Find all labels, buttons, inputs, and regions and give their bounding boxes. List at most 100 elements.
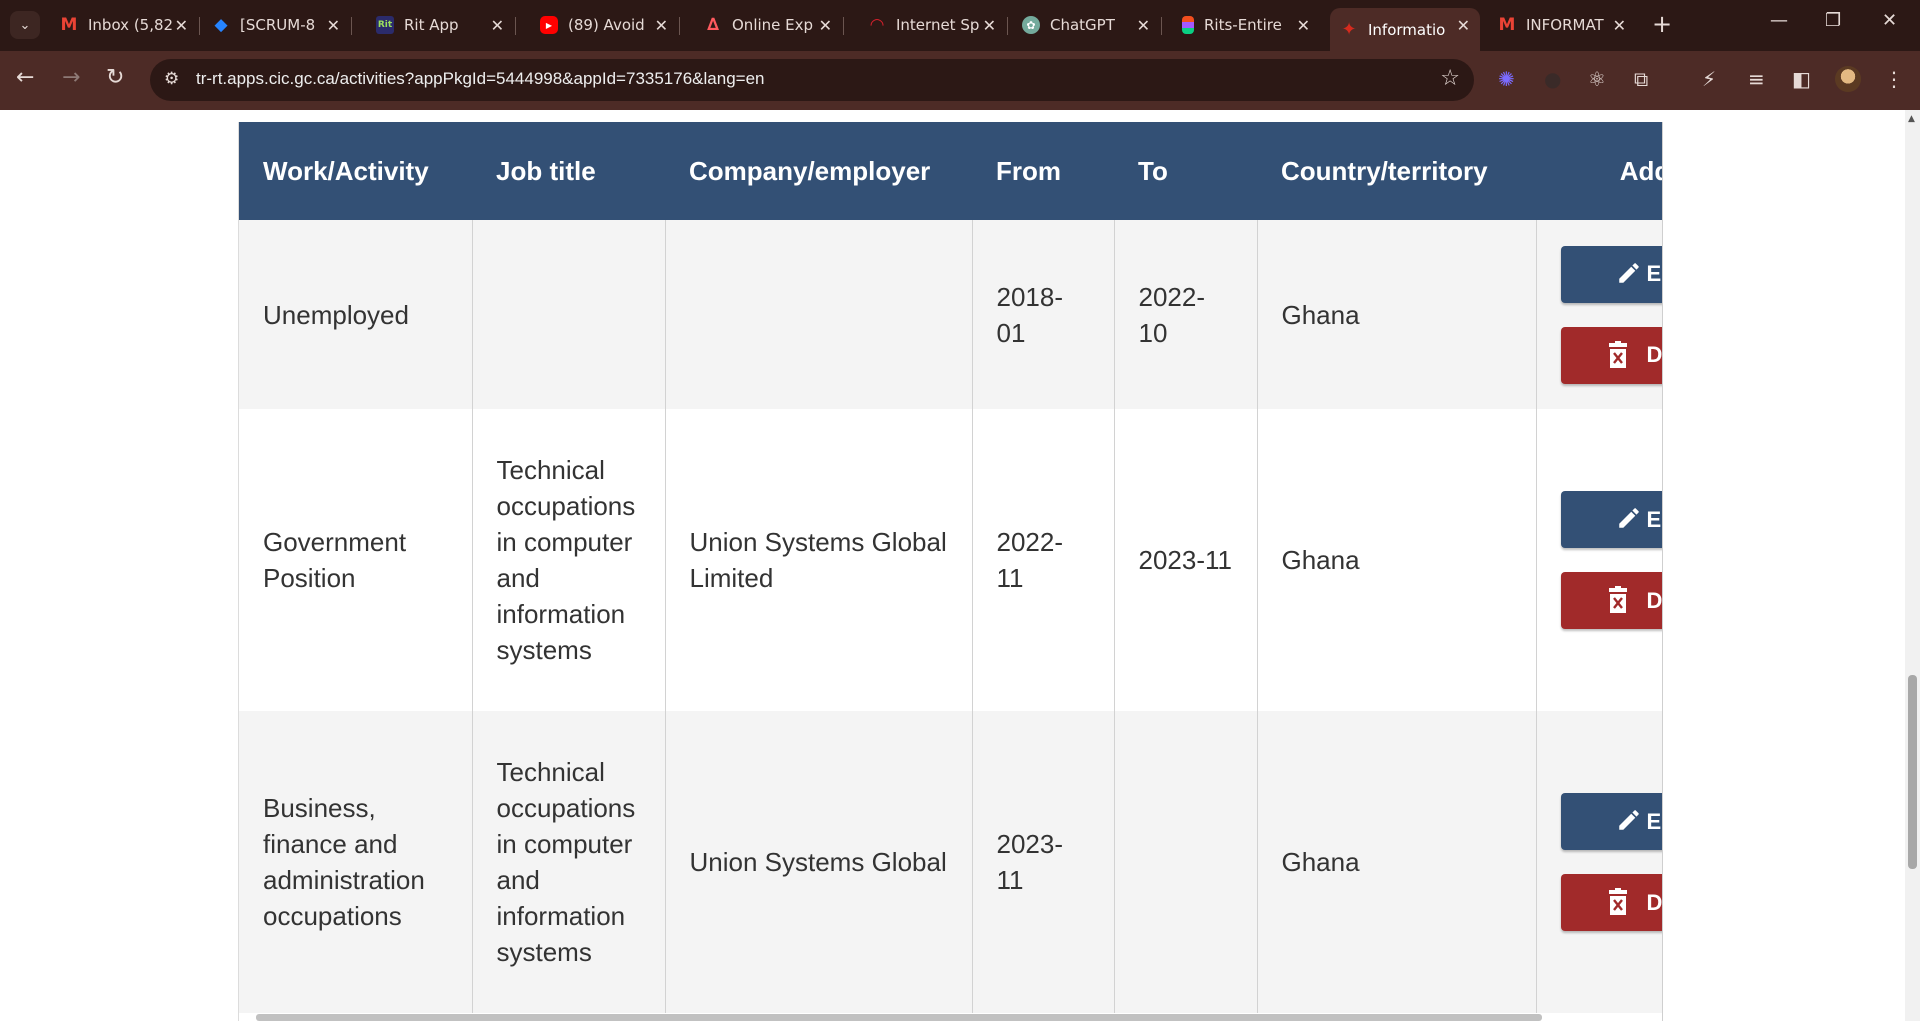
header-add-modify-files: Add or modify files [1536,122,1662,220]
maple-leaf-icon: ✦ [1341,19,1357,40]
tab-youtube[interactable]: ▶ (89) Avoid ✕ [530,8,680,42]
bookmark-star-icon[interactable]: ☆ [1440,66,1460,91]
close-icon[interactable]: ✕ [1457,16,1470,35]
pencil-icon [1616,807,1642,844]
speedtest-icon: ◠ [870,15,884,35]
cell-actions: Edit Delete [1536,409,1663,711]
side-panel-icon[interactable]: ◧ [1792,67,1811,91]
tab-scrum[interactable]: ◆ [SCRUM-8 ✕ [202,8,352,42]
tab-figma[interactable]: Rits-Entire ✕ [1172,8,1320,42]
vertical-scrollbar[interactable]: ▲ [1905,110,1920,1021]
reload-button[interactable]: ↻ [106,65,124,91]
pencil-icon [1616,505,1642,542]
menu-kebab-icon[interactable]: ⋮ [1884,67,1904,91]
edit-button[interactable]: Edit [1560,245,1662,303]
close-icon[interactable]: ✕ [655,16,668,35]
tab-rit-app[interactable]: Rit Rit App ✕ [366,8,516,42]
tab-airbnb[interactable]: ∆ Online Exp ✕ [694,8,844,42]
table-header-row: Work/Activity Job title Company/employer… [239,122,1662,220]
tab-title: Informatio [1368,20,1446,39]
close-icon[interactable]: ✕ [491,16,504,35]
restore-button[interactable]: ❐ [1825,10,1841,31]
header-company: Company/employer [665,122,972,220]
trash-icon [1607,340,1629,380]
cell-job-title: Technical occupations in computer and in… [472,711,666,1013]
youtube-icon: ▶ [540,16,558,34]
arrow-left-icon: ← [16,65,35,90]
tab-gmail-inbox[interactable]: M Inbox (5,82 ✕ [50,8,200,42]
site-settings-icon[interactable]: ⚙ [164,69,179,89]
close-icon[interactable]: ✕ [983,16,996,35]
edit-button[interactable]: Edit [1560,491,1663,548]
tab-strip: ⌄ M Inbox (5,82 ✕ ◆ [SCRUM-8 ✕ Rit Rit A… [0,0,1920,51]
cell-country: Ghana [1257,220,1537,409]
profile-avatar[interactable] [1835,66,1861,92]
edit-button-label: Edit [1646,808,1663,834]
delete-button-label: Delete [1646,889,1663,915]
edit-button-label: Edit [1646,506,1663,532]
cell-activity: Business, finance and administration occ… [239,711,473,1013]
extension-react-icon[interactable]: ⚛ [1588,67,1606,91]
delete-button[interactable]: Delete [1560,572,1662,629]
cell-job-title: Technical occupations in computer and in… [472,409,666,711]
cell-company: Union Systems Global [665,711,973,1013]
cell-from: 2023-11 [972,711,1115,1013]
tab-information-active[interactable]: ✦ Informatio ✕ [1330,8,1480,51]
cell-job-title [472,220,666,409]
cell-company [665,220,973,409]
back-button[interactable]: ← [16,65,34,91]
cell-to [1114,711,1258,1013]
extension-perplexity-icon[interactable]: ✺ [1498,67,1515,91]
url-text[interactable]: tr-rt.apps.cic.gc.ca/activities?appPkgId… [196,69,765,89]
header-job-title: Job title [472,122,665,220]
performance-icon[interactable]: ⚡ [1702,67,1716,91]
delete-button[interactable]: Delete [1560,326,1662,384]
cell-company: Union Systems Global Limited [665,409,973,711]
extension-dark-icon[interactable]: ● [1544,67,1561,91]
close-window-button[interactable]: ✕ [1882,10,1897,31]
header-from: From [972,122,1114,220]
tab-chatgpt[interactable]: ✿ ChatGPT ✕ [1012,8,1162,42]
close-icon[interactable]: ✕ [1613,16,1626,35]
header-to: To [1114,122,1257,220]
new-tab-button[interactable]: + [1652,12,1672,36]
close-icon[interactable]: ✕ [327,16,340,35]
cell-from: 2018-01 [972,220,1115,409]
close-icon[interactable]: ✕ [175,16,188,35]
edit-button[interactable]: Edit [1560,793,1663,850]
media-controls-icon[interactable]: ≡ [1748,67,1765,91]
extensions-puzzle-icon[interactable]: ⧉ [1634,67,1648,91]
figma-icon [1182,16,1194,34]
tab-search-button[interactable]: ⌄ [10,11,40,39]
address-bar[interactable]: ⚙ tr-rt.apps.cic.gc.ca/activities?appPkg… [150,59,1474,101]
tab-speedtest[interactable]: ◠ Internet Sp ✕ [858,8,1008,42]
close-icon[interactable]: ✕ [819,16,832,35]
trash-icon [1607,888,1629,927]
delete-button[interactable]: Delete [1560,874,1663,931]
activities-table-container: Work/Activity Job title Company/employer… [238,122,1663,1021]
vertical-scrollbar-thumb[interactable] [1908,675,1917,869]
tab-title: [SCRUM-8 [240,16,316,34]
browser-toolbar: ← → ↻ ⚙ tr-rt.apps.cic.gc.ca/activities?… [0,51,1920,110]
header-country: Country/territory [1257,122,1536,220]
cell-to: 2023-11 [1114,409,1258,711]
airbnb-icon: ∆ [707,15,719,35]
close-icon[interactable]: ✕ [1297,16,1310,35]
scroll-up-arrow-icon[interactable]: ▲ [1908,114,1915,124]
close-icon[interactable]: ✕ [1137,16,1150,35]
tab-title: Online Exp [732,16,814,34]
cell-actions: Edit Delete [1536,711,1663,1013]
table-row: Unemployed 2018-01 2022-10 Ghana Edit De [239,220,1662,409]
horizontal-scrollbar-thumb[interactable] [256,1014,1542,1021]
forward-button[interactable]: → [62,65,80,91]
chatgpt-icon: ✿ [1022,16,1040,34]
pencil-icon [1616,260,1642,297]
header-work-activity: Work/Activity [239,122,472,220]
tab-informat-gmail[interactable]: M INFORMAT ✕ [1488,8,1636,42]
rit-icon: Rit [376,16,394,34]
table-row: Business, finance and administration occ… [239,711,1663,1013]
minimize-button[interactable]: — [1770,10,1788,31]
jira-icon: ◆ [214,15,228,35]
activities-table: Work/Activity Job title Company/employer… [239,122,1663,1013]
trash-icon [1607,586,1629,625]
